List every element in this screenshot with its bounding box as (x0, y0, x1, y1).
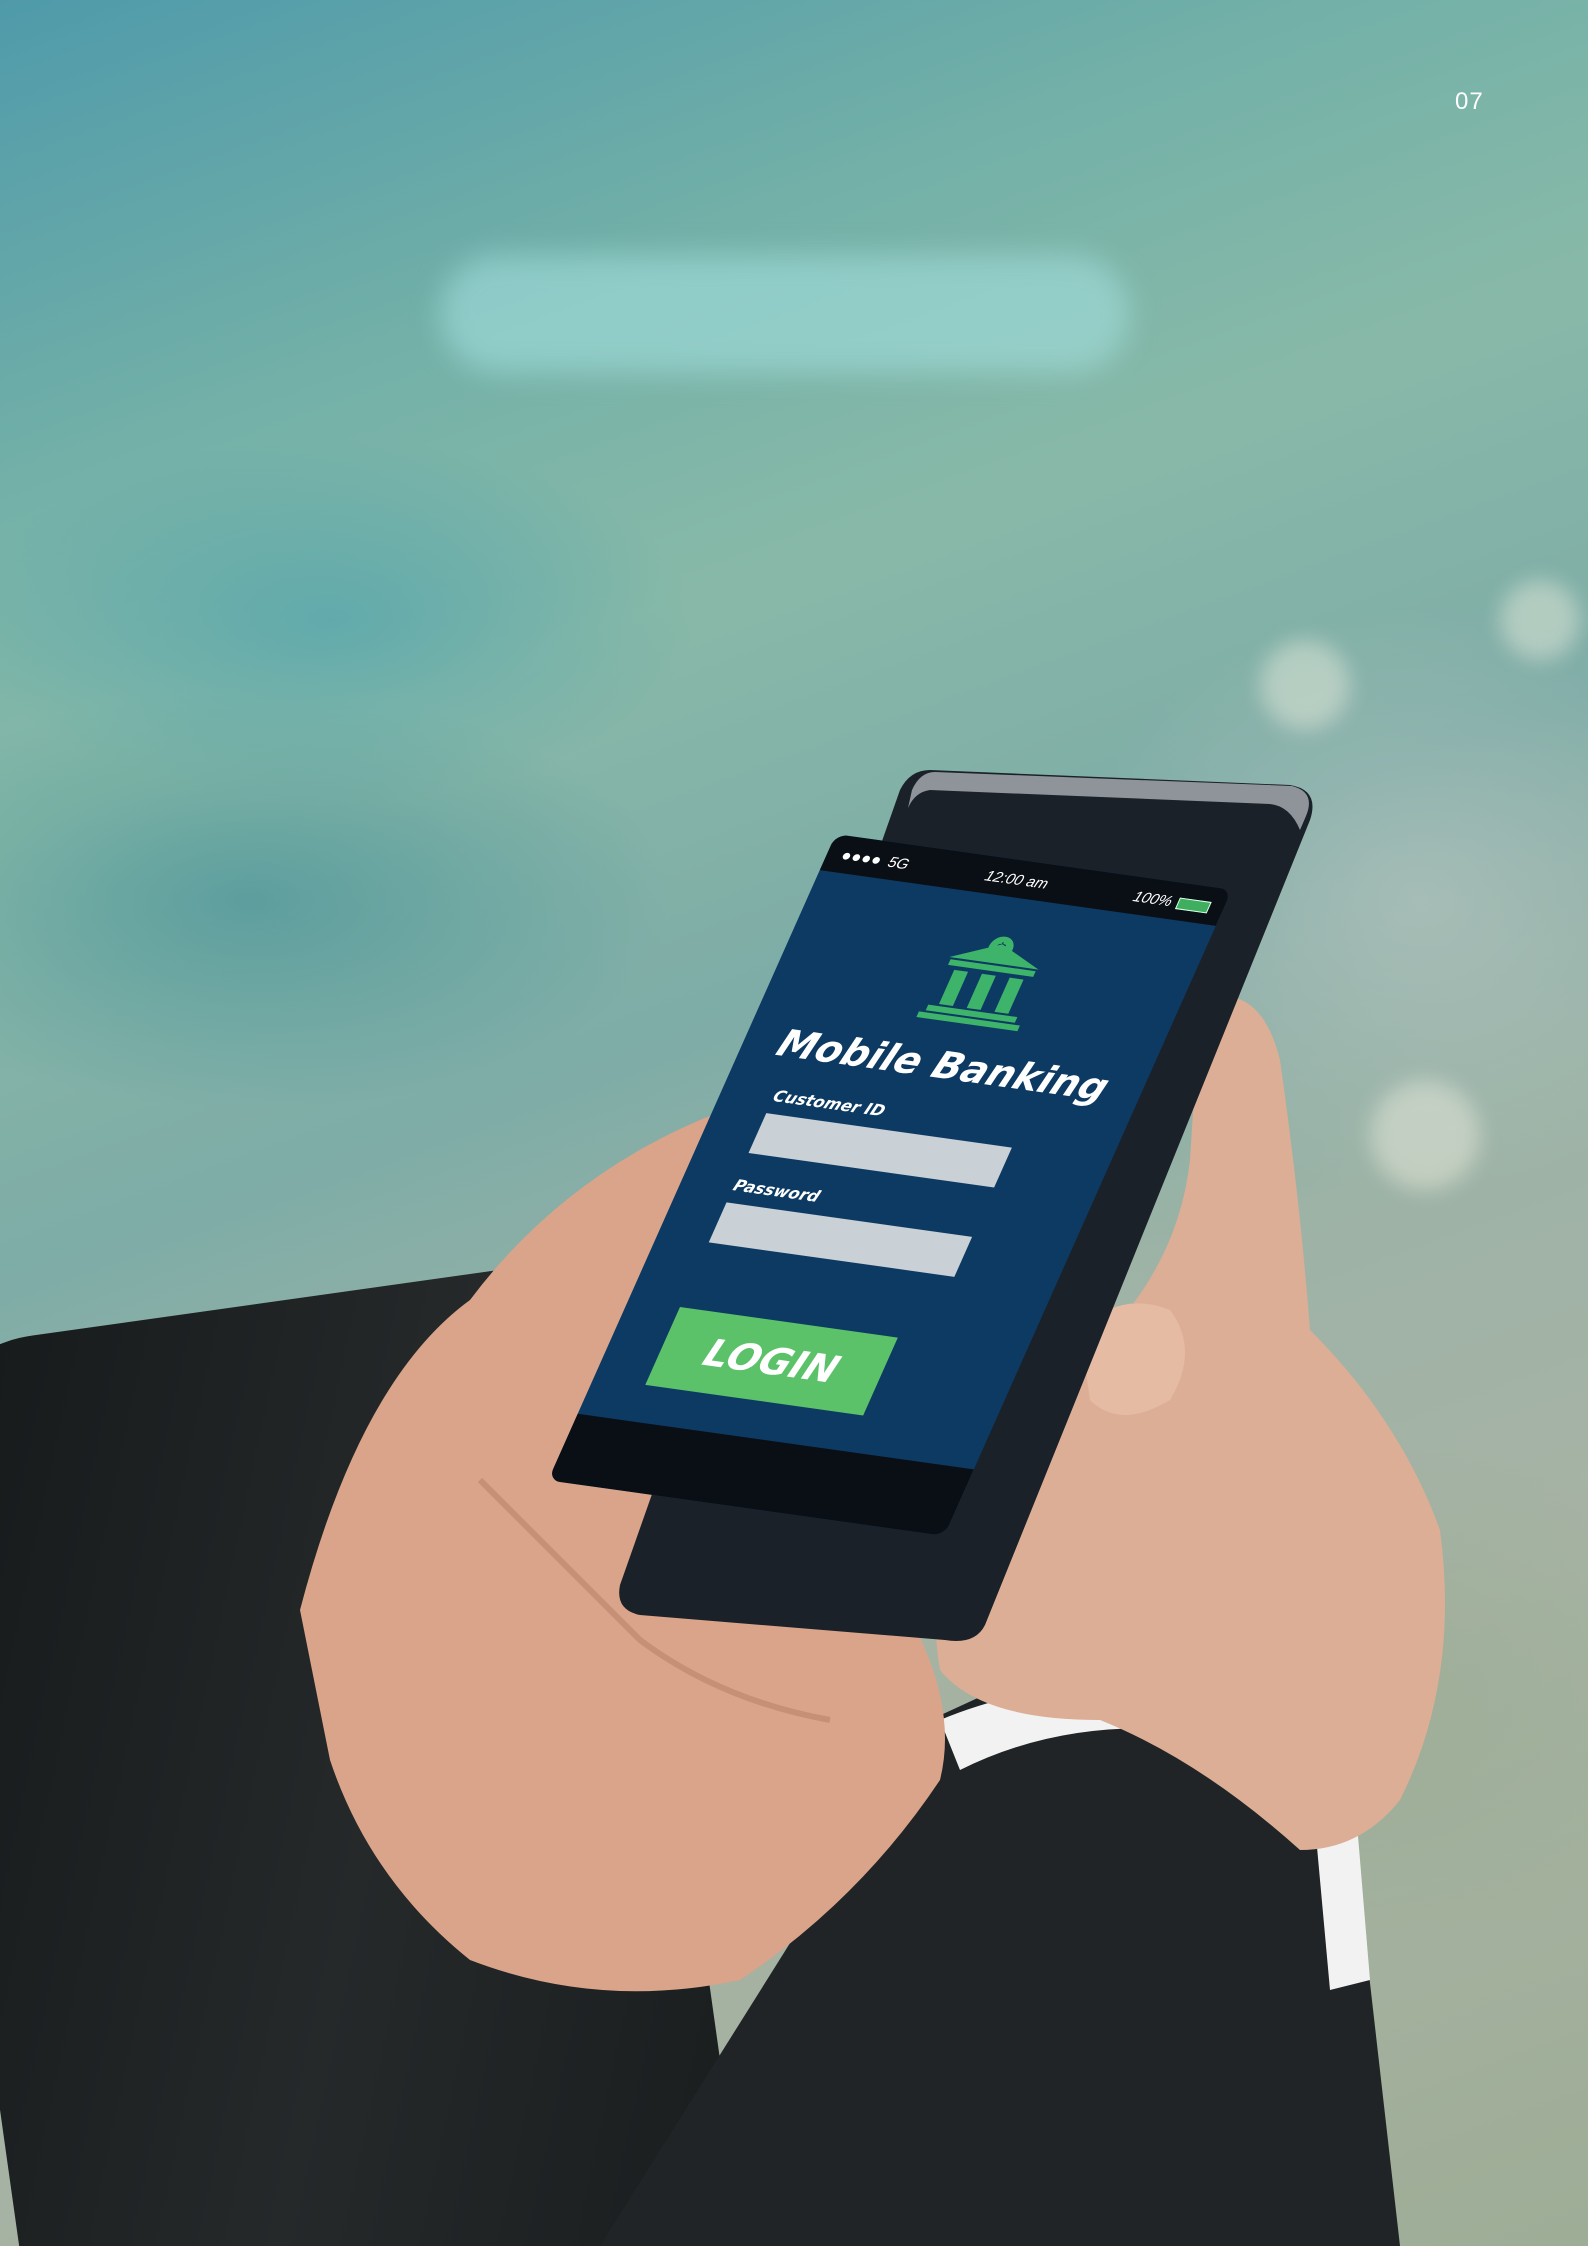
signal-indicator: 5G (839, 848, 912, 873)
network-type: 5G (884, 854, 912, 874)
signal-dot (861, 855, 872, 863)
signal-dot (841, 852, 852, 861)
password-field[interactable] (708, 1202, 973, 1277)
status-time: 12:00 am (981, 867, 1052, 893)
login-button[interactable]: LOGIN (645, 1306, 898, 1416)
battery-indicator: 100% (1130, 889, 1213, 916)
password-label: Password (730, 1175, 824, 1206)
customer-id-field[interactable] (748, 1113, 1012, 1188)
battery-percent: 100% (1130, 888, 1176, 911)
bank-icon: $ (916, 936, 1039, 1032)
customer-id-label: Customer ID (770, 1086, 889, 1121)
signal-dot (851, 853, 862, 862)
signal-dot (871, 856, 882, 865)
photo-page: 07 5G 12:00 am 100% Mobile Banking Custo… (0, 0, 1588, 2246)
battery-icon (1175, 897, 1212, 913)
